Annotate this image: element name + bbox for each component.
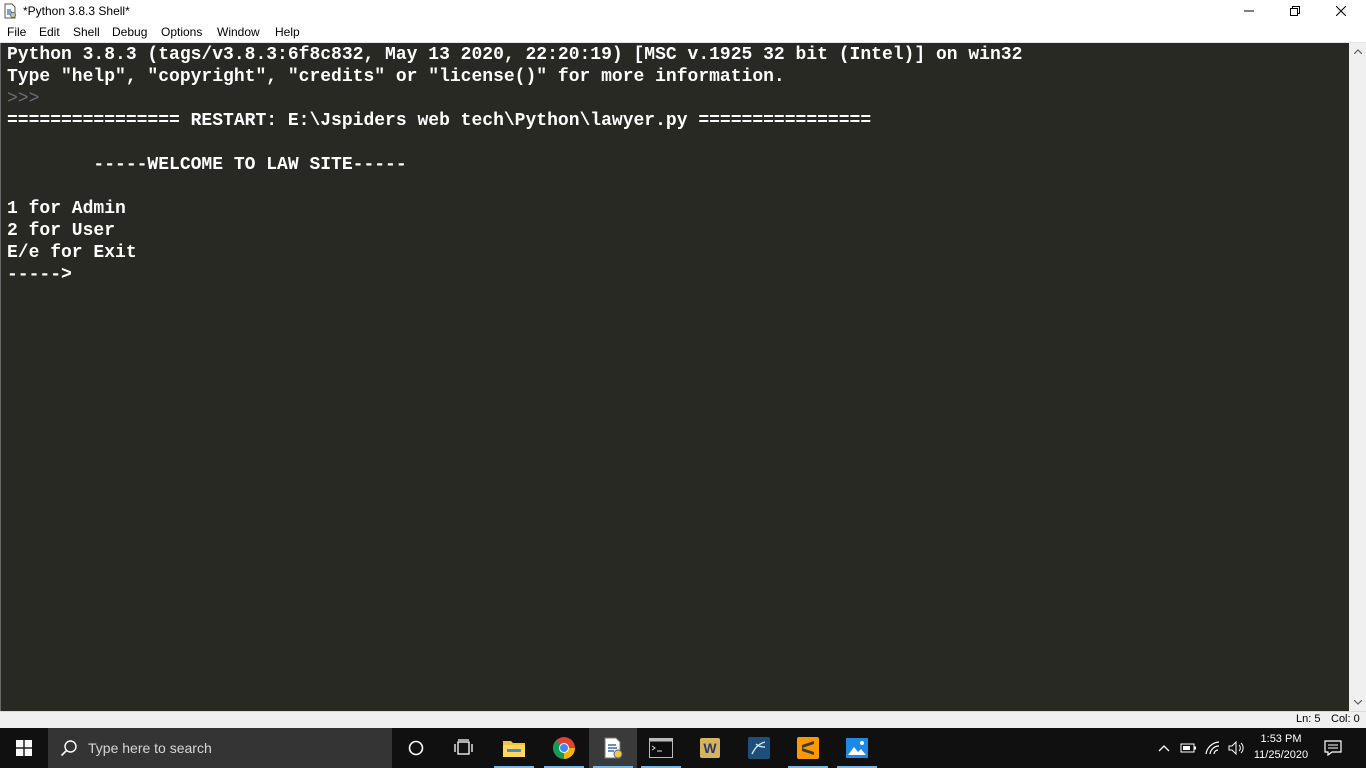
taskbar-clock[interactable]: 1:53 PM 11/25/2020 xyxy=(1246,731,1316,763)
menu-bar: File Edit Shell Debug Options Window Hel… xyxy=(0,22,1366,43)
shell-line: Type "help", "copyright", "credits" or "… xyxy=(7,67,785,87)
input-prompt[interactable]: -----> xyxy=(7,264,1022,286)
python-idle-taskbar-icon[interactable] xyxy=(589,728,637,768)
welcome-line: -----WELCOME TO LAW SITE----- xyxy=(7,155,407,175)
vertical-scrollbar[interactable] xyxy=(1349,43,1366,711)
task-view-icon[interactable] xyxy=(440,728,488,768)
shell-text-area[interactable]: Python 3.8.3 (tags/v3.8.3:6f8c832, May 1… xyxy=(0,43,1349,711)
scroll-down-icon[interactable] xyxy=(1349,694,1366,711)
windows-start-icon[interactable] xyxy=(0,728,48,768)
shell-line: Python 3.8.3 (tags/v3.8.3:6f8c832, May 1… xyxy=(7,45,1023,65)
search-placeholder: Type here to search xyxy=(88,740,212,756)
menu-option-exit: E/e for Exit xyxy=(7,243,137,263)
search-icon xyxy=(60,739,78,762)
volume-icon[interactable] xyxy=(1226,728,1248,768)
menu-shell[interactable]: Shell xyxy=(73,25,100,39)
battery-icon[interactable] xyxy=(1178,728,1200,768)
restart-banner: ================ RESTART: E:\Jspiders we… xyxy=(7,111,872,131)
menu-edit[interactable]: Edit xyxy=(39,25,60,39)
svg-text:W: W xyxy=(703,740,717,756)
python-idle-icon xyxy=(2,3,18,19)
column-number: Col: 0 xyxy=(1331,713,1360,725)
menu-window[interactable]: Window xyxy=(217,25,260,39)
menu-help[interactable]: Help xyxy=(275,25,300,39)
sublime-text-icon[interactable] xyxy=(784,728,832,768)
window-title: *Python 3.8.3 Shell* xyxy=(23,4,130,18)
wifi-icon[interactable] xyxy=(1203,728,1225,768)
shell-line xyxy=(7,176,1022,198)
title-bar: *Python 3.8.3 Shell* xyxy=(0,0,1366,22)
clock-date: 11/25/2020 xyxy=(1253,749,1309,761)
status-bar: Ln: 5 Col: 0 xyxy=(0,711,1366,728)
mysql-workbench-icon[interactable] xyxy=(735,728,783,768)
action-center-icon[interactable] xyxy=(1320,728,1346,768)
taskbar-search-box[interactable]: Type here to search xyxy=(48,728,392,768)
taskbar: Type here to search W 1:53 PM 11/25/2020 xyxy=(0,728,1366,768)
terminal-icon[interactable] xyxy=(637,728,685,768)
shell-prompt: >>> xyxy=(7,89,51,109)
menu-option-admin: 1 for Admin xyxy=(7,199,126,219)
scroll-up-icon[interactable] xyxy=(1349,43,1366,60)
menu-option-user: 2 for User xyxy=(7,221,116,241)
close-button[interactable] xyxy=(1318,0,1364,22)
shell-line xyxy=(7,132,1022,154)
clock-time: 1:53 PM xyxy=(1260,733,1302,745)
cortana-icon[interactable] xyxy=(392,728,440,768)
line-number: Ln: 5 xyxy=(1296,713,1321,725)
menu-debug[interactable]: Debug xyxy=(112,25,147,39)
chrome-icon[interactable] xyxy=(540,728,588,768)
word-icon[interactable]: W xyxy=(686,728,734,768)
menu-options[interactable]: Options xyxy=(161,25,202,39)
file-explorer-icon[interactable] xyxy=(490,728,538,768)
photos-icon[interactable] xyxy=(833,728,881,768)
restore-button[interactable] xyxy=(1272,0,1318,22)
minimize-button[interactable] xyxy=(1226,0,1272,22)
show-hidden-icons-chevron-icon[interactable] xyxy=(1154,728,1174,768)
menu-file[interactable]: File xyxy=(7,25,26,39)
shell-output: Python 3.8.3 (tags/v3.8.3:6f8c832, May 1… xyxy=(7,44,1022,286)
